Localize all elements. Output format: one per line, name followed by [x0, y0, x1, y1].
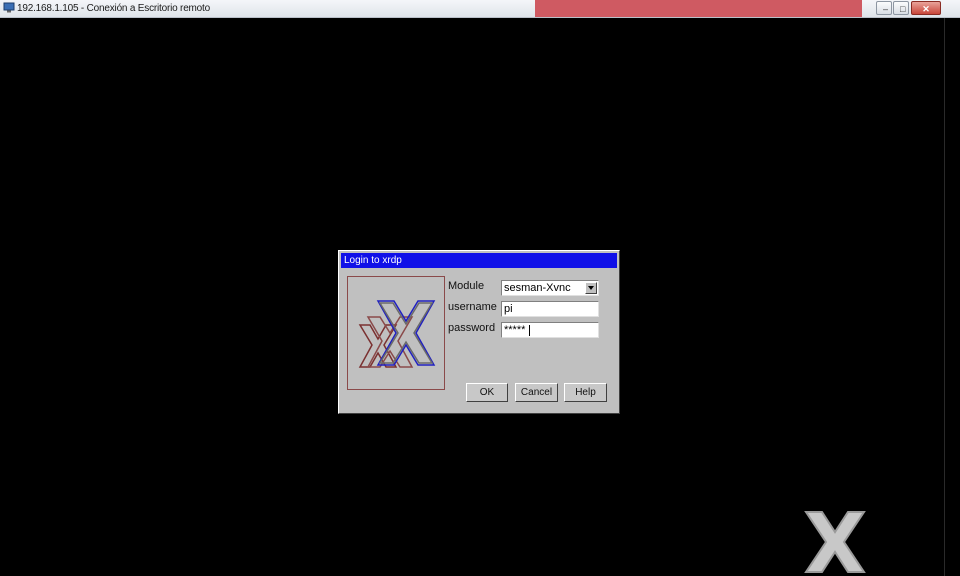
- password-label: password: [448, 322, 496, 334]
- minimize-button[interactable]: –: [876, 1, 892, 15]
- xrdp-logo-icon: [358, 300, 436, 368]
- xrdp-logo-panel: [347, 276, 445, 390]
- ok-button[interactable]: OK: [466, 383, 508, 402]
- maximize-button[interactable]: □: [893, 1, 909, 15]
- window-titlebar[interactable]: 192.168.1.105 - Conexión a Escritorio re…: [0, 0, 960, 18]
- username-input[interactable]: pi: [501, 301, 599, 317]
- remote-desktop-icon: [3, 2, 15, 13]
- window-title: 192.168.1.105 - Conexión a Escritorio re…: [17, 3, 210, 14]
- text-caret: [529, 325, 530, 336]
- module-select[interactable]: sesman-Xvnc: [501, 280, 599, 296]
- help-button[interactable]: Help: [564, 383, 607, 402]
- username-value: pi: [504, 303, 513, 315]
- dialog-title: Login to xrdp: [341, 253, 617, 268]
- login-dialog: Login to xrdp Module sesman-Xvnc usernam…: [338, 250, 620, 414]
- username-label: username: [448, 301, 497, 313]
- remote-desktop[interactable]: Login to xrdp Module sesman-Xvnc usernam…: [0, 18, 944, 576]
- password-input[interactable]: *****: [501, 322, 599, 338]
- window-right-border: [944, 18, 960, 576]
- password-value: *****: [504, 324, 526, 336]
- dropdown-arrow-icon[interactable]: [585, 282, 597, 294]
- module-label: Module: [448, 280, 485, 292]
- module-value: sesman-Xvnc: [504, 282, 571, 294]
- cancel-button[interactable]: Cancel: [515, 383, 558, 402]
- close-button[interactable]: ✕: [911, 1, 941, 15]
- xrdp-logo-icon: [804, 511, 866, 573]
- titlebar-highlight: [535, 0, 862, 17]
